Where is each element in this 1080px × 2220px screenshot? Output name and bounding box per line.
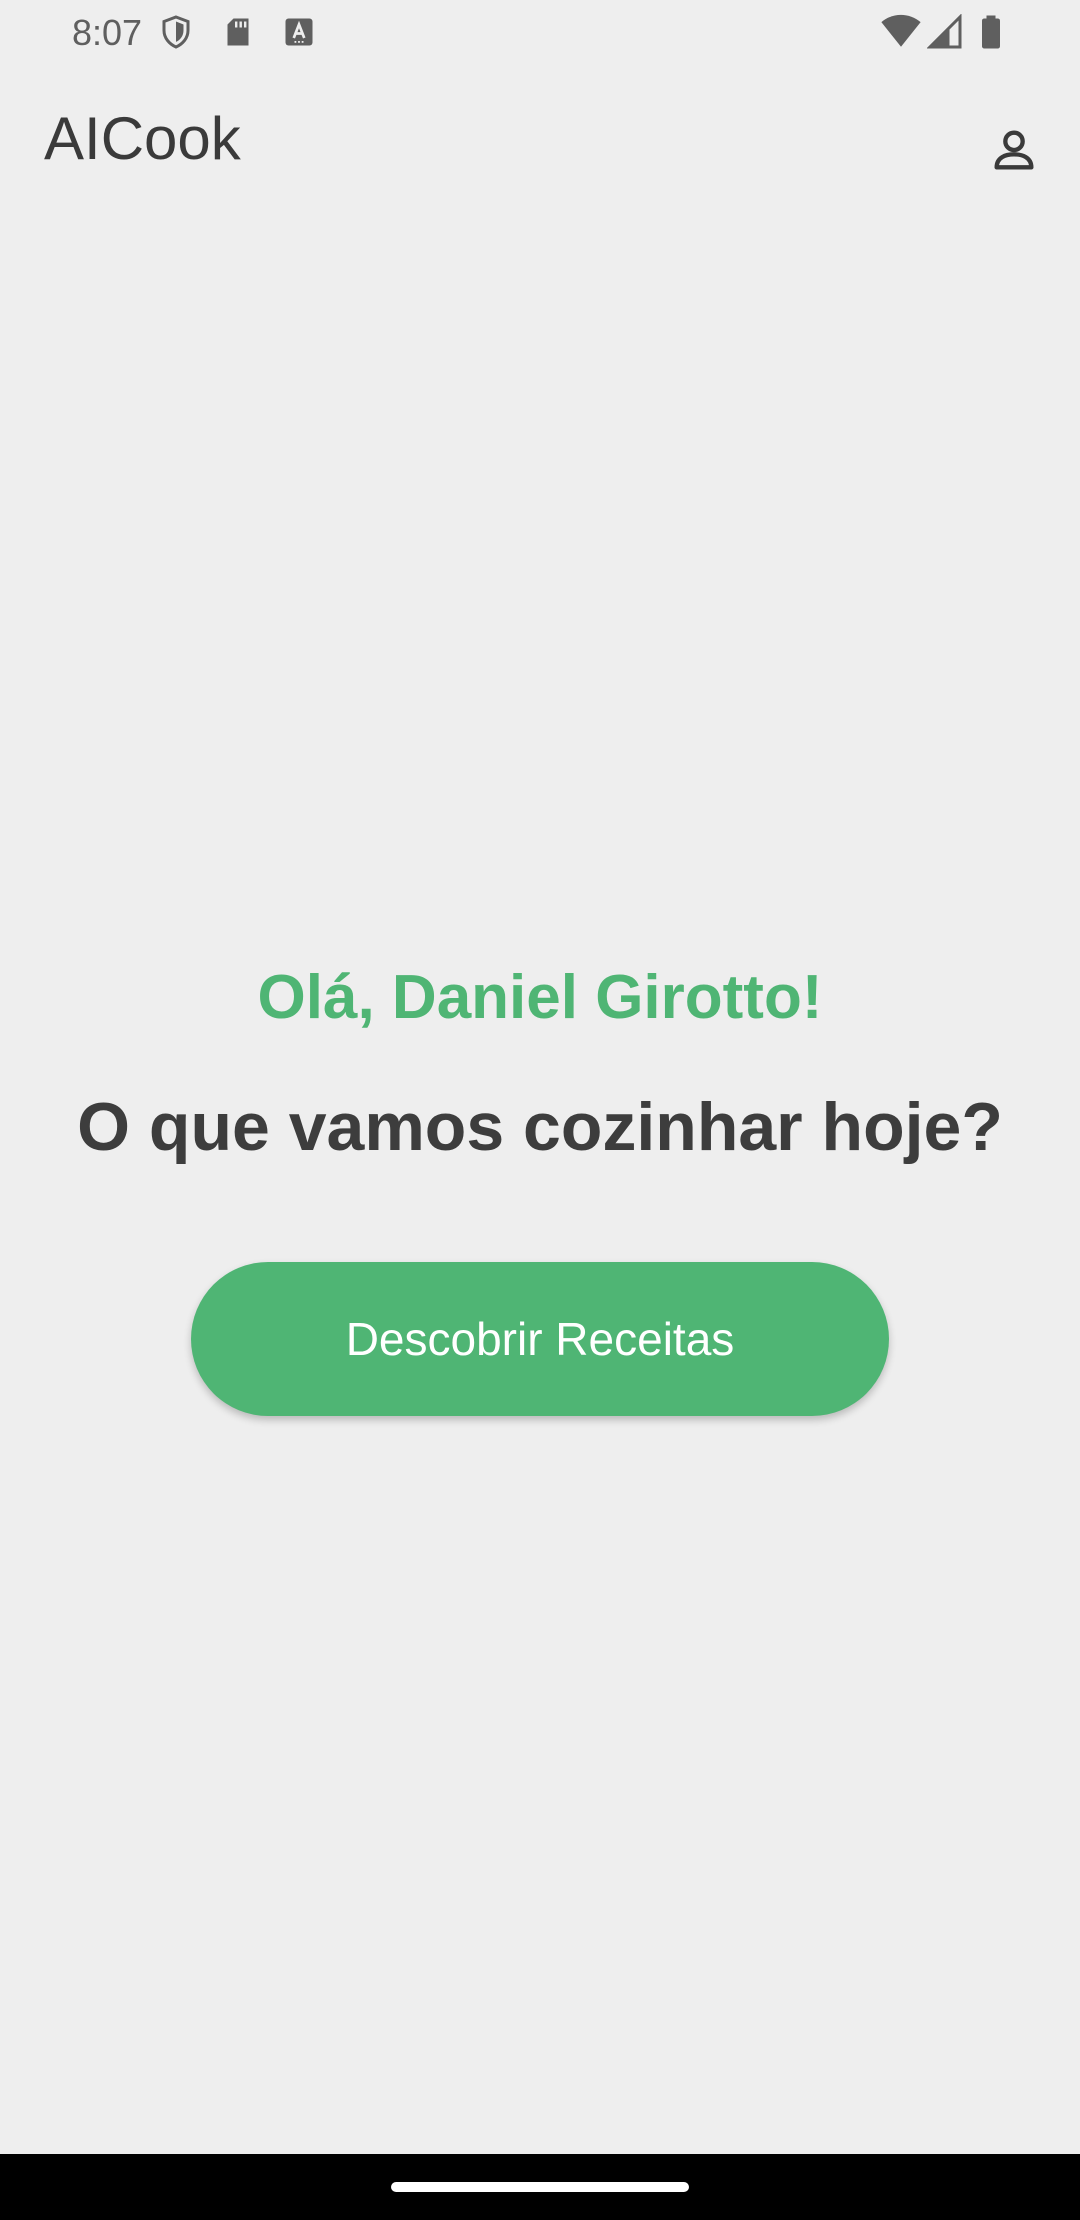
cell-signal-icon <box>926 13 963 50</box>
question-heading: O que vamos cozinhar hoje? <box>77 1089 1003 1165</box>
app-title: AICook <box>44 105 241 172</box>
home-gesture-handle[interactable] <box>391 2182 689 2192</box>
navigation-bar <box>0 2154 1080 2220</box>
battery-icon <box>976 14 1006 50</box>
status-bar: 8:07 <box>0 0 1080 66</box>
screen: 8:07 AICook Olá, Daniel Girotto! O que v… <box>0 0 1080 2220</box>
greeting-text: Olá, Daniel Girotto! <box>257 963 823 1032</box>
keyboard-a-icon <box>281 14 317 50</box>
app-bar: AICook <box>0 66 1080 216</box>
profile-button[interactable] <box>972 110 1056 194</box>
status-time: 8:07 <box>72 12 143 53</box>
sd-card-icon <box>220 14 256 50</box>
person-icon <box>988 124 1040 181</box>
wifi-icon <box>879 14 923 50</box>
discover-recipes-button[interactable]: Descobrir Receitas <box>191 1262 889 1416</box>
shield-icon <box>158 14 194 50</box>
